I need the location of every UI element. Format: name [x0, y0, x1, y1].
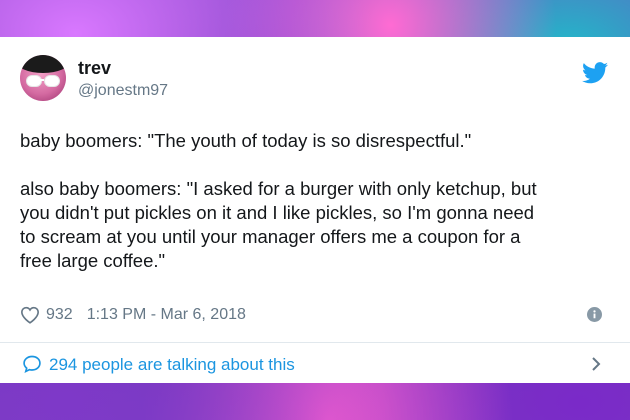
info-icon[interactable]	[587, 307, 602, 322]
tweet-text: baby boomers: "The youth of today is so …	[20, 129, 610, 273]
tweet-text-line: free large coffee."	[20, 250, 166, 271]
tweet-meta: 932 1:13 PM - Mar 6, 2018	[20, 303, 246, 327]
tweet-text-line: you didn't put pickles on it and I like …	[20, 202, 535, 223]
user-handle[interactable]: @jonestm97	[78, 82, 168, 100]
tweet-text-line: baby boomers: "The youth of today is so …	[20, 130, 472, 151]
like-count[interactable]: 932	[46, 306, 73, 324]
comment-bubble-icon	[23, 355, 41, 374]
avatar-glasses	[26, 75, 60, 87]
chevron-right-icon[interactable]	[590, 356, 602, 372]
avatar-hair	[20, 55, 66, 73]
conversation-link[interactable]: 294 people are talking about this	[0, 343, 630, 383]
heart-icon[interactable]	[20, 306, 40, 324]
talking-about-link[interactable]: 294 people are talking about this	[49, 355, 295, 375]
display-name[interactable]: trev	[78, 58, 111, 79]
twitter-bird-icon[interactable]	[582, 62, 608, 84]
tweet-text-line: also baby boomers: "I asked for a burger…	[20, 178, 537, 199]
tweet-timestamp[interactable]: 1:13 PM - Mar 6, 2018	[87, 306, 246, 324]
tweet-card: trev @jonestm97 baby boomers: "The youth…	[0, 37, 630, 383]
tweet-text-line: to scream at you until your manager offe…	[20, 226, 521, 247]
avatar[interactable]	[20, 55, 66, 101]
